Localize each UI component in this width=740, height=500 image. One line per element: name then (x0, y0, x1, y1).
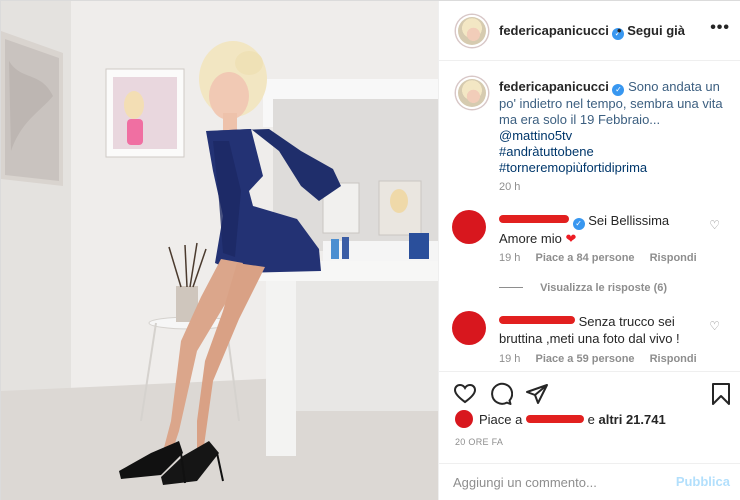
author-username[interactable]: federicapanicucci (499, 23, 609, 38)
more-options-icon[interactable]: ••• (710, 19, 730, 37)
replies-divider-line (499, 287, 523, 288)
red-heart-emoji: ❤ (565, 231, 577, 246)
post-actions: Piace a e altri 21.741 20 ORE FA (439, 371, 740, 451)
liker-avatar (455, 410, 473, 428)
caption-author-avatar[interactable] (456, 77, 488, 109)
follow-label: Segui già (627, 23, 685, 38)
separator-dot: • (617, 23, 622, 38)
comment-meta: 19 h Piace a 59 persone Rispondi (499, 353, 709, 365)
author-avatar[interactable] (456, 15, 488, 47)
likes-others-count[interactable]: altri 21.741 (598, 412, 665, 427)
instagram-post: federicapanicucci ✓ • Segui già ••• fede… (0, 0, 740, 500)
bookmark-icon[interactable] (709, 382, 733, 406)
comment-input[interactable] (453, 472, 663, 492)
verified-badge-icon: ✓ (612, 84, 625, 96)
share-icon[interactable] (525, 382, 549, 406)
commenter-avatar[interactable] (452, 210, 486, 244)
caption-username[interactable]: federicapanicucci (499, 79, 609, 94)
reply-button[interactable]: Rispondi (650, 353, 697, 365)
liker-username-redacted[interactable] (526, 415, 584, 423)
post-header: federicapanicucci ✓ • Segui già ••• (439, 1, 740, 61)
comment-icon[interactable] (489, 382, 513, 406)
comment-time: 19 h (499, 353, 521, 365)
commenter-username-redacted[interactable] (499, 215, 569, 223)
post-timestamp[interactable]: 20 ORE FA (455, 437, 503, 447)
post-image (1, 1, 438, 500)
comment-time: 19 h (499, 252, 521, 264)
hashtag-link[interactable]: #andràtuttobene (499, 144, 727, 160)
comment-like-heart-icon[interactable]: ♡ (709, 319, 720, 333)
add-comment-bar: Pubblica (439, 463, 740, 500)
comment-text: ✓ Sei Bellissima Amore mio ❤ (499, 212, 699, 247)
caption-text: federicapanicucci ✓ Sono andata un po' i… (499, 79, 727, 176)
commenter-username-redacted[interactable] (499, 316, 575, 324)
mention-link[interactable]: @mattino5tv (499, 128, 727, 144)
view-replies-label: Visualizza le risposte (6) (540, 282, 668, 294)
verified-badge-icon: ✓ (572, 218, 585, 230)
caption-timestamp: 20 h (499, 181, 521, 193)
comment-likes-count[interactable]: Piace a 84 persone (535, 252, 634, 264)
comment-meta: 19 h Piace a 84 persone Rispondi (499, 252, 709, 264)
author-name-row: federicapanicucci ✓ (499, 23, 624, 40)
post-sidebar: federicapanicucci ✓ • Segui già ••• fede… (438, 1, 740, 500)
view-replies-button[interactable]: Visualizza le risposte (6) (499, 282, 667, 294)
comment-text: Senza trucco sei bruttina ,meti una foto… (499, 313, 699, 347)
comment-like-heart-icon[interactable]: ♡ (709, 218, 720, 232)
reply-button[interactable]: Rispondi (650, 252, 697, 264)
follow-status-button[interactable]: • Segui già (617, 23, 685, 38)
likes-summary[interactable]: Piace a e altri 21.741 (455, 410, 735, 428)
likes-conjunction: e (587, 412, 595, 427)
post-photo[interactable] (1, 1, 438, 500)
hashtag-link[interactable]: #torneremopiùfortidiprima (499, 160, 727, 176)
commenter-avatar[interactable] (452, 311, 486, 345)
publish-button[interactable]: Pubblica (676, 474, 730, 489)
heart-icon[interactable] (453, 382, 477, 406)
comment-likes-count[interactable]: Piace a 59 persone (535, 353, 634, 365)
likes-prefix: Piace a (479, 412, 523, 427)
